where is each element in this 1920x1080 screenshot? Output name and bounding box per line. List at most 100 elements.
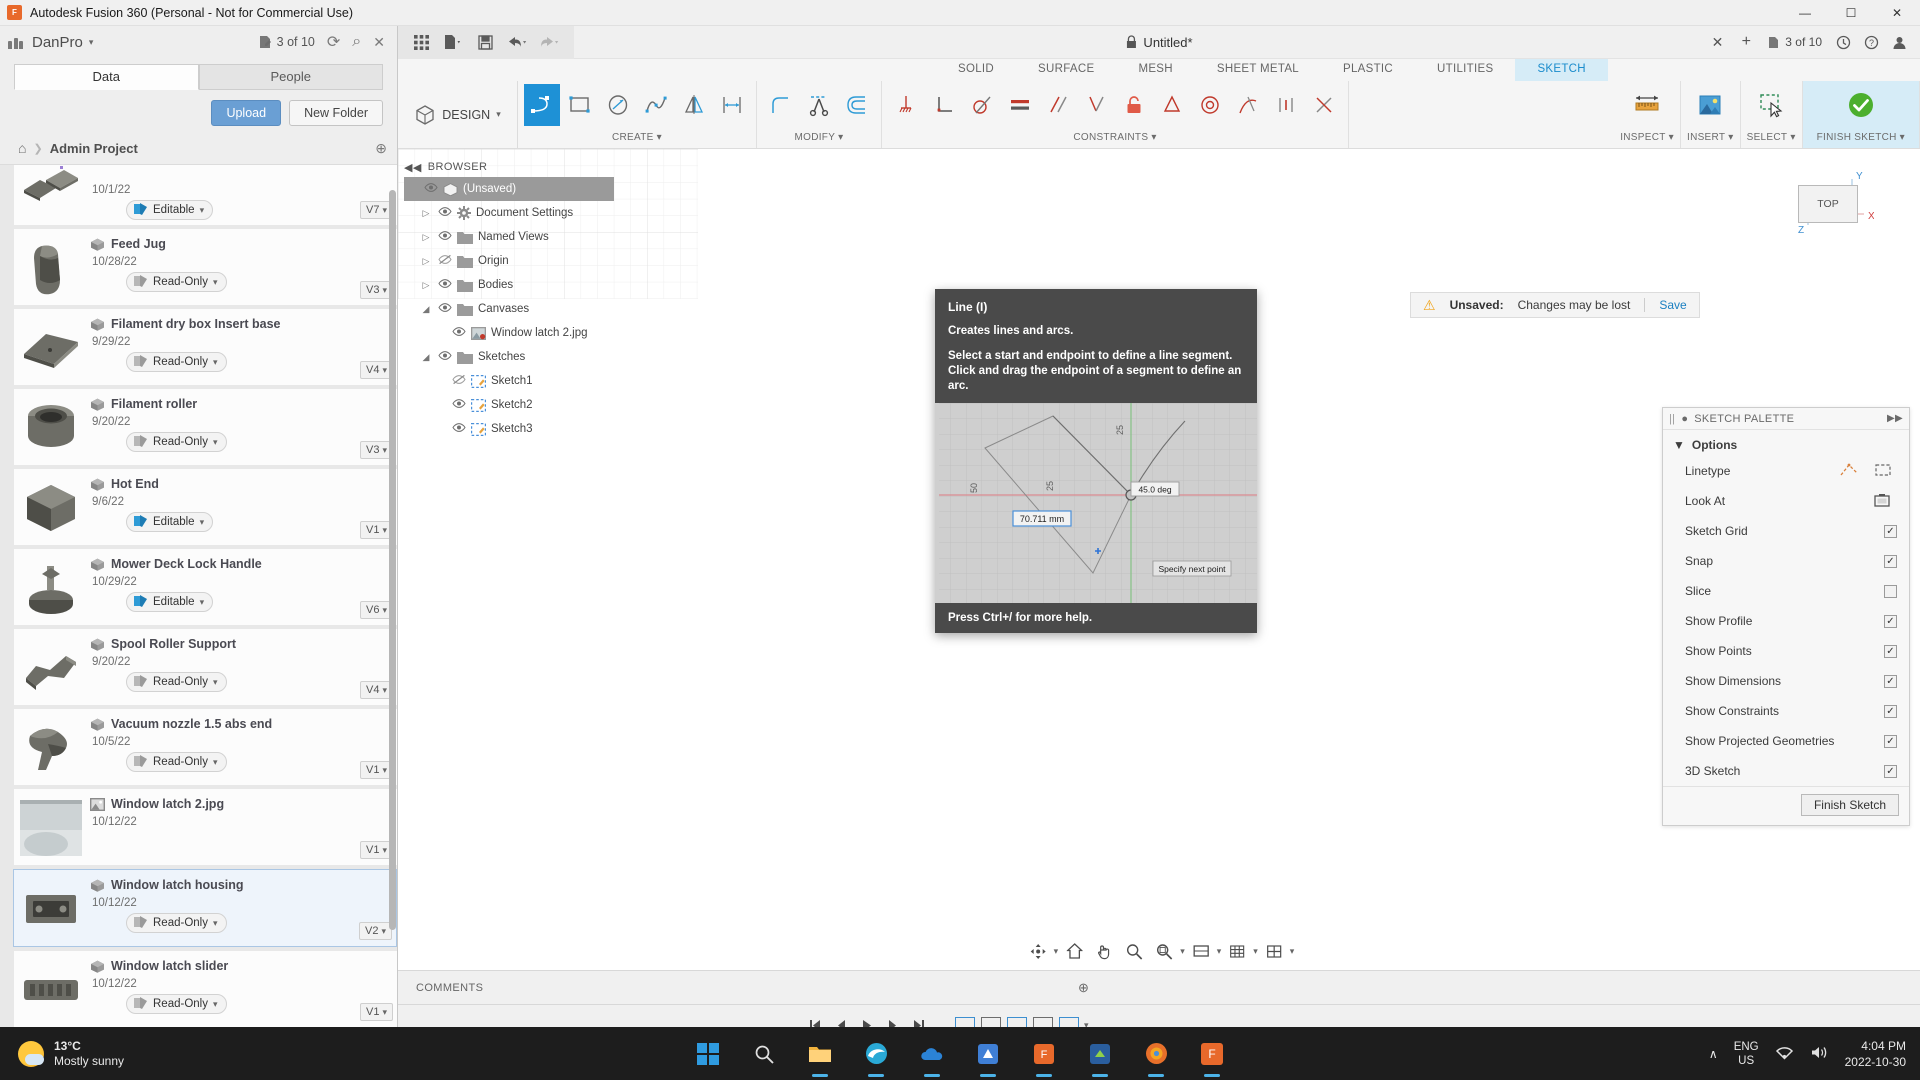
palette-options-section[interactable]: ▼ Options — [1663, 430, 1909, 456]
globe-icon[interactable]: ⊕ — [375, 140, 387, 157]
file-permission-dropdown[interactable]: Read-Only▾ — [126, 352, 227, 372]
zoom-window-icon[interactable] — [1150, 940, 1178, 962]
eye-off-icon[interactable] — [437, 254, 452, 268]
palette-row-show-projected-geometries[interactable]: Show Projected Geometries✓ — [1663, 726, 1909, 756]
ribbon-tab-sketch[interactable]: SKETCH — [1515, 59, 1607, 81]
display-settings-icon[interactable] — [1187, 940, 1215, 962]
breadcrumb-project[interactable]: Admin Project — [50, 141, 138, 156]
palette-row-show-constraints[interactable]: Show Constraints✓ — [1663, 696, 1909, 726]
expand-arrow-icon[interactable]: ▷ — [420, 256, 432, 267]
expand-arrow-icon[interactable]: ▷ — [420, 232, 432, 243]
midpoint-tool-button[interactable] — [1268, 84, 1304, 126]
browser-tree-row[interactable]: ◢Canvases — [404, 297, 614, 321]
file-permission-dropdown[interactable]: Read-Only▾ — [126, 272, 227, 292]
chevron-down-icon[interactable]: ▾ — [1054, 946, 1059, 957]
orbit-icon[interactable] — [1024, 940, 1052, 962]
palette-row-linetype[interactable]: Linetype — [1663, 456, 1909, 486]
new-document-icon[interactable] — [438, 29, 468, 55]
view-cube[interactable]: Y X Z TOP — [1782, 167, 1874, 245]
palette-row-slice[interactable]: Slice — [1663, 576, 1909, 606]
file-permission-dropdown[interactable]: Editable▾ — [126, 512, 213, 532]
browser-tree-row[interactable]: (Unsaved) — [404, 177, 614, 201]
edge-icon[interactable] — [861, 1039, 891, 1069]
browser-tree-row[interactable]: ◢Sketches — [404, 345, 614, 369]
measure-tool-button[interactable] — [1625, 84, 1669, 126]
symmetry-tool-button[interactable] — [1154, 84, 1190, 126]
minimize-button[interactable]: — — [1782, 0, 1828, 26]
app-grid-icon[interactable] — [406, 29, 436, 55]
eye-icon[interactable] — [423, 182, 438, 196]
file-permission-dropdown[interactable]: Read-Only▾ — [126, 432, 227, 452]
ribbon-group-label-create[interactable]: CREATE ▾ — [612, 129, 662, 146]
home-icon[interactable]: ⌂ — [18, 140, 26, 156]
equal-tool-button[interactable] — [1078, 84, 1114, 126]
comments-bar[interactable]: COMMENTS ⊕ — [398, 970, 1920, 1004]
notification-badge[interactable]: 3 of 10 — [258, 35, 315, 49]
file-list-item[interactable]: Window latch slider10/12/22Read-Only▾V1▾ — [14, 951, 397, 1027]
ribbon-group-finish-sketch[interactable]: FINISH SKETCH ▾ — [1803, 81, 1920, 148]
palette-pin-icon[interactable]: ▶▶ — [1887, 413, 1903, 424]
expand-arrow-icon[interactable]: ◢ — [420, 304, 432, 315]
expand-arrow-icon[interactable]: ▷ — [420, 208, 432, 219]
file-name[interactable]: Filament roller — [90, 397, 391, 412]
weather-widget[interactable]: 13°C Mostly sunny — [0, 1039, 124, 1069]
new-folder-button[interactable]: New Folder — [289, 100, 383, 126]
expand-arrow-icon[interactable]: ◢ — [420, 352, 432, 363]
grid-snap-icon[interactable] — [1223, 940, 1251, 962]
file-list-item[interactable]: 10/1/22Editable▾V7▾ — [14, 164, 397, 225]
file-name[interactable]: Filament dry box Insert base — [90, 317, 391, 332]
checkbox[interactable]: ✓ — [1884, 555, 1897, 568]
file-name[interactable]: Window latch housing — [90, 878, 390, 893]
save-icon[interactable] — [470, 29, 500, 55]
eye-off-icon[interactable] — [451, 374, 466, 388]
checkbox[interactable]: ✓ — [1884, 735, 1897, 748]
chevron-down-icon[interactable]: ▾ — [89, 37, 94, 48]
eye-icon[interactable] — [437, 206, 452, 220]
pan-icon[interactable] — [1090, 940, 1118, 962]
concentric-tool-button[interactable] — [1192, 84, 1228, 126]
fix-tool-button[interactable] — [888, 84, 924, 126]
tangent-tool-button[interactable] — [964, 84, 1000, 126]
file-list-item[interactable]: Hot End9/6/22Editable▾V1▾ — [14, 469, 397, 545]
add-comment-icon[interactable]: ⊕ — [1078, 980, 1089, 996]
ribbon-group-label-constraints[interactable]: CONSTRAINTS ▾ — [1073, 129, 1156, 146]
onedrive-icon[interactable] — [917, 1039, 947, 1069]
close-panel-icon[interactable]: ✕ — [373, 34, 385, 51]
file-explorer-icon[interactable] — [805, 1039, 835, 1069]
add-tab-button[interactable]: + — [1733, 29, 1759, 55]
ribbon-tab-utilities[interactable]: UTILITIES — [1415, 59, 1515, 81]
select-tool-button[interactable] — [1749, 84, 1793, 126]
start-icon[interactable] — [693, 1039, 723, 1069]
design-workspace-button[interactable]: DESIGN ▾ — [398, 81, 518, 148]
browser-tree-row[interactable]: ▷Origin — [404, 249, 614, 273]
view-cube-top-face[interactable]: TOP — [1798, 185, 1858, 223]
job-status-badge[interactable]: 3 of 10 — [1761, 35, 1828, 49]
checkbox[interactable] — [1884, 585, 1897, 598]
file-list-item[interactable]: Mower Deck Lock Handle10/29/22Editable▾V… — [14, 549, 397, 625]
file-list[interactable]: 10/1/22Editable▾V7▾Feed Jug10/28/22Read-… — [0, 164, 397, 1046]
close-button[interactable]: ✕ — [1874, 0, 1920, 26]
palette-row-show-dimensions[interactable]: Show Dimensions✓ — [1663, 666, 1909, 696]
file-list-item[interactable]: Window latch 2.jpg10/12/22V1▾ — [14, 789, 397, 865]
tray-expand-icon[interactable]: ∧ — [1709, 1047, 1718, 1061]
file-name[interactable]: Vacuum nozzle 1.5 abs end — [90, 717, 391, 732]
mirror-tool-button[interactable] — [676, 84, 712, 126]
search-icon[interactable]: ⌕ — [352, 33, 361, 51]
eye-icon[interactable] — [451, 422, 466, 436]
finish-sketch-tool-button[interactable] — [1839, 84, 1883, 126]
language-indicator[interactable]: ENG US — [1734, 1040, 1759, 1068]
browser-tree-row[interactable]: ▷Named Views — [404, 225, 614, 249]
file-name[interactable]: Hot End — [90, 477, 391, 492]
file-version-badge[interactable]: V2▾ — [359, 922, 392, 940]
look-at-icon[interactable] — [1873, 492, 1891, 511]
chevron-down-icon[interactable]: ▾ — [1217, 946, 1222, 957]
file-name[interactable]: Spool Roller Support — [90, 637, 391, 652]
ribbon-group-label-select[interactable]: SELECT ▾ — [1747, 129, 1796, 146]
palette-row-3d-sketch[interactable]: 3D Sketch✓ — [1663, 756, 1909, 786]
ribbon-tab-surface[interactable]: SURFACE — [1016, 59, 1116, 81]
user-avatar[interactable] — [1886, 29, 1912, 55]
wifi-icon[interactable] — [1775, 1045, 1794, 1063]
browser-tree-row[interactable]: Sketch2 — [404, 393, 614, 417]
firefox-icon[interactable] — [1141, 1039, 1171, 1069]
rectangle-tool-button[interactable] — [562, 84, 598, 126]
